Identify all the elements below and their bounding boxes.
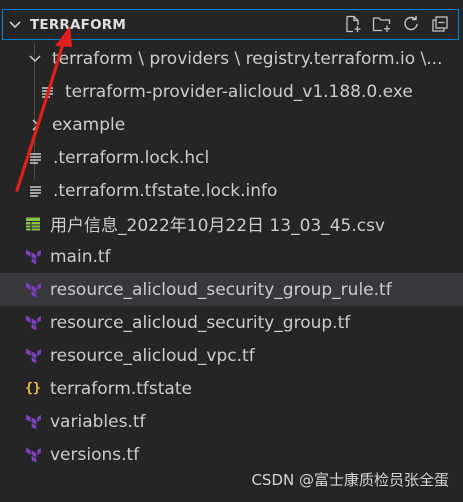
tree-file[interactable]: versions.tf [0, 438, 463, 471]
tree-file[interactable]: 用户信息_2022年10月22日 13_03_45.csv [0, 207, 463, 240]
file-label: main.tf [50, 246, 111, 267]
table-icon [25, 216, 41, 232]
lines-icon [28, 150, 44, 166]
collapse-all-icon[interactable] [430, 14, 450, 34]
tree-folder-providers[interactable]: terraform \ providers \ registry.terrafo… [0, 42, 463, 75]
terraform-icon [25, 447, 41, 463]
tree-file[interactable]: .terraform.lock.hcl [0, 141, 463, 174]
json-icon: {} [25, 381, 41, 396]
chevron-right-icon[interactable] [28, 118, 42, 132]
chevron-down-icon[interactable] [8, 18, 22, 32]
tree-file[interactable]: variables.tf [0, 405, 463, 438]
file-label: terraform-provider-alicloud_v1.188.0.exe [65, 81, 413, 102]
top-strip [0, 0, 463, 8]
tree-file[interactable]: .terraform.tfstate.lock.info [0, 174, 463, 207]
file-label: .terraform.tfstate.lock.info [53, 180, 278, 201]
lines-icon [40, 84, 56, 100]
refresh-icon[interactable] [401, 14, 421, 34]
tree-file[interactable]: main.tf [0, 240, 463, 273]
file-label: resource_alicloud_security_group_rule.tf [50, 279, 392, 300]
folder-label: example [52, 114, 126, 135]
folder-path-label: terraform \ providers \ registry.terrafo… [52, 48, 443, 69]
chevron-down-icon[interactable] [28, 52, 42, 66]
new-folder-icon[interactable] [372, 14, 392, 34]
tree-file[interactable]: resource_alicloud_security_group.tf [0, 306, 463, 339]
tree-file-provider-exe[interactable]: terraform-provider-alicloud_v1.188.0.exe [0, 75, 463, 108]
tree-file-selected[interactable]: resource_alicloud_security_group_rule.tf [0, 273, 463, 306]
file-label: variables.tf [50, 411, 146, 432]
section-title: TERRAFORM [30, 16, 126, 33]
new-file-icon[interactable] [343, 14, 363, 34]
terraform-icon [25, 315, 41, 331]
explorer-section-header[interactable]: TERRAFORM [2, 9, 459, 40]
file-label: terraform.tfstate [50, 378, 192, 399]
lines-icon [28, 183, 44, 199]
terraform-icon [25, 282, 41, 298]
file-label: .terraform.lock.hcl [53, 147, 210, 168]
terraform-icon [25, 348, 41, 364]
tree-folder-example[interactable]: example [0, 108, 463, 141]
watermark: CSDN @富士康质检员张全蛋 [251, 471, 449, 489]
file-label: 用户信息_2022年10月22日 13_03_45.csv [50, 216, 385, 236]
file-label: resource_alicloud_vpc.tf [50, 345, 255, 366]
tree-file[interactable]: {} terraform.tfstate [0, 372, 463, 405]
terraform-icon [25, 249, 41, 265]
file-label: resource_alicloud_security_group.tf [50, 312, 351, 333]
tree-file[interactable]: resource_alicloud_vpc.tf [0, 339, 463, 372]
terraform-icon [25, 414, 41, 430]
file-label: versions.tf [50, 444, 140, 465]
